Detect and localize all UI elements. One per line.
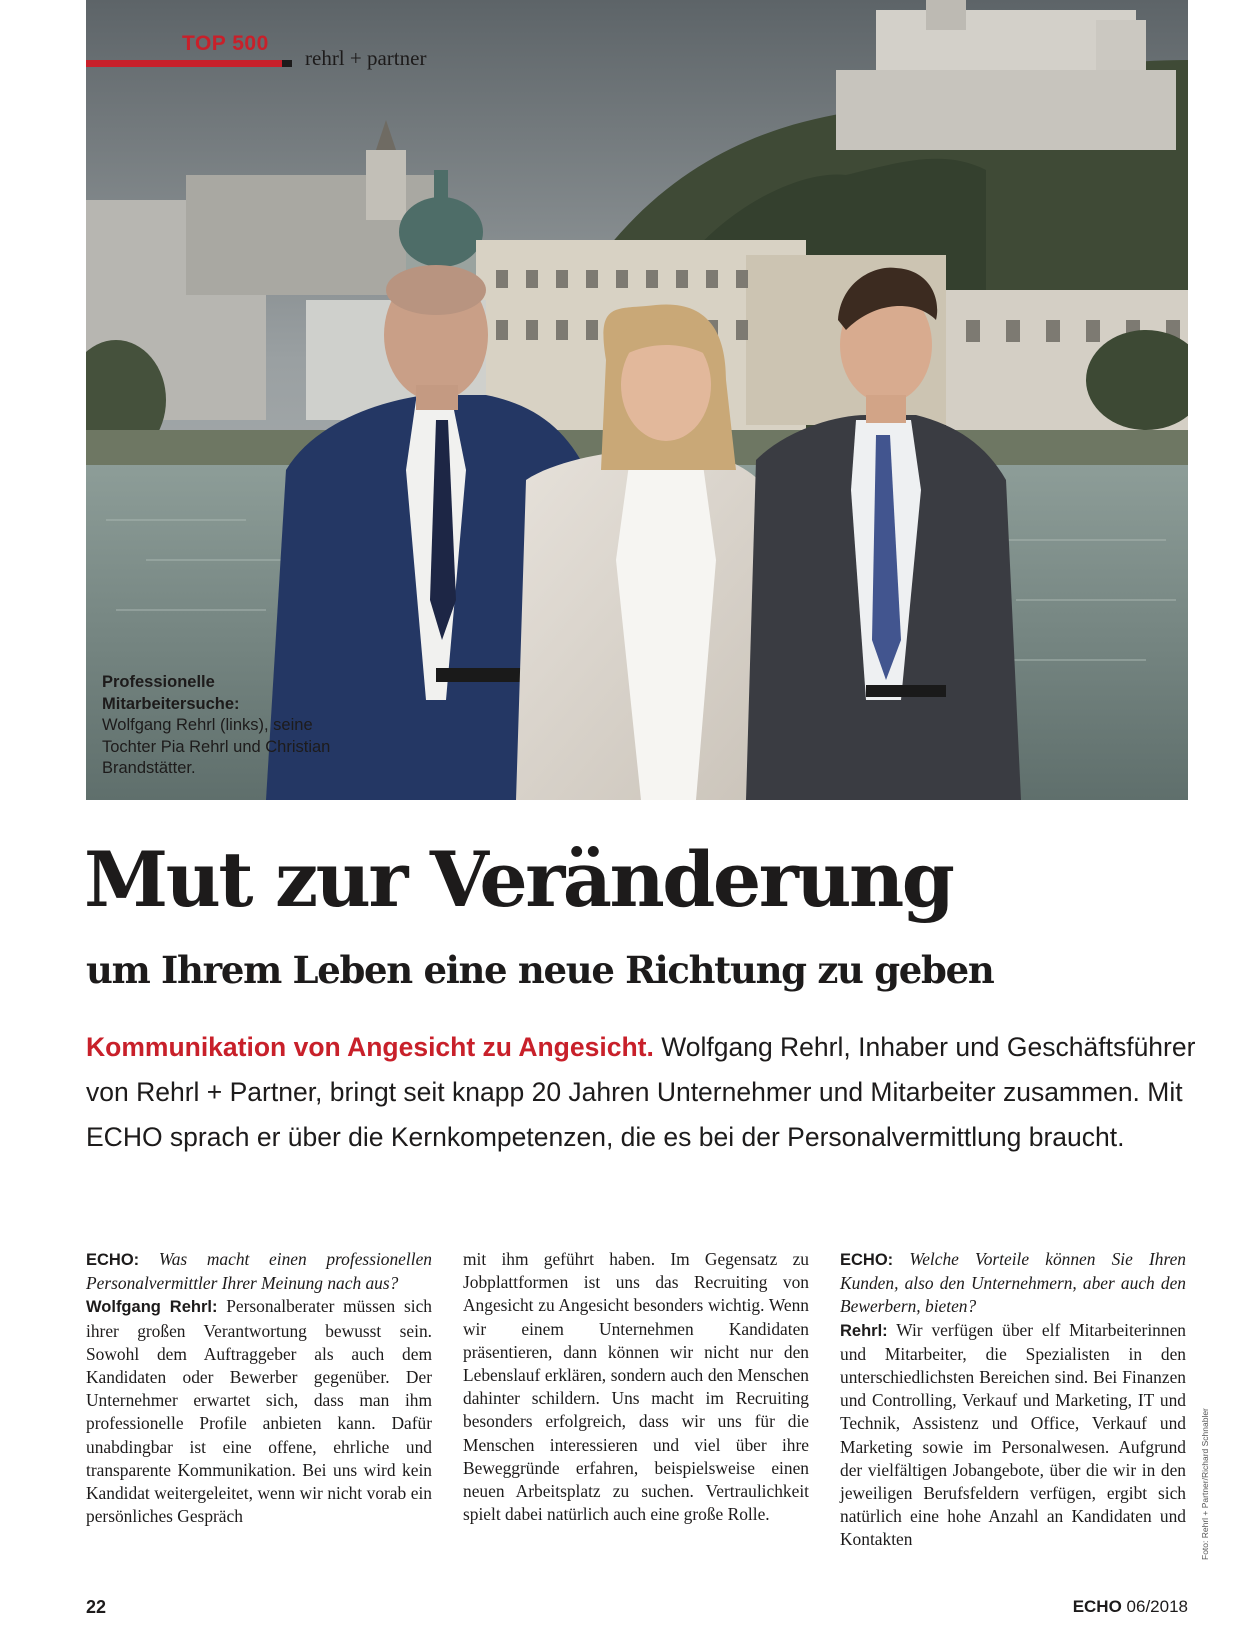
photo-credit: Foto: Rehrl + Partner/Richard Schnabler xyxy=(1200,1408,1210,1560)
article-column-3: ECHO: Welche Vorteile können Sie Ihren K… xyxy=(840,1248,1186,1552)
section-tag: TOP 500 xyxy=(86,32,292,67)
article-column-1: ECHO: Was macht einen professionellen Pe… xyxy=(86,1248,432,1528)
interviewee-label: Wolfgang Rehrl: xyxy=(86,1298,218,1317)
caption-title: Professionelle Mitarbeitersuche: xyxy=(102,673,240,713)
article-subhead: um Ihrem Leben eine neue Richtung zu geb… xyxy=(86,948,995,992)
interviewer-label: ECHO: xyxy=(840,1251,894,1269)
article-lead: Kommunikation von Angesicht zu Angesicht… xyxy=(86,1025,1196,1160)
answer-text: Personalberater müssen sich ihrer großen… xyxy=(86,1296,432,1527)
tag-rule xyxy=(86,60,282,67)
magazine-name: ECHO xyxy=(1072,1597,1122,1616)
caption-text: Wolfgang Rehrl (links), seine Tochter Pi… xyxy=(102,716,331,777)
magazine-issue: ECHO 06/2018 xyxy=(1073,1597,1188,1617)
lead-kicker: Kommunikation von Angesicht zu Angesicht… xyxy=(86,1032,654,1062)
page-number: 22 xyxy=(86,1597,107,1617)
article-headline: Mut zur Veränderung xyxy=(84,835,955,924)
answer-text-continued: mit ihm geführt haben. Im Gegensatz zu J… xyxy=(463,1249,809,1525)
issue-number: 06/2018 xyxy=(1126,1597,1188,1616)
interviewee-label: Rehrl: xyxy=(840,1321,888,1340)
section-name: rehrl + partner xyxy=(305,46,427,70)
tag-rule-end xyxy=(282,60,292,67)
tag-label: TOP 500 xyxy=(182,32,269,55)
interviewer-label: ECHO: xyxy=(86,1251,140,1269)
article-column-2: mit ihm geführt haben. Im Gegensatz zu J… xyxy=(463,1248,809,1526)
answer-text: Wir verfügen über elf Mitarbeiterinnen u… xyxy=(840,1319,1186,1550)
photo-caption: Professionelle Mitarbeitersuche: Wolfgan… xyxy=(102,672,332,780)
